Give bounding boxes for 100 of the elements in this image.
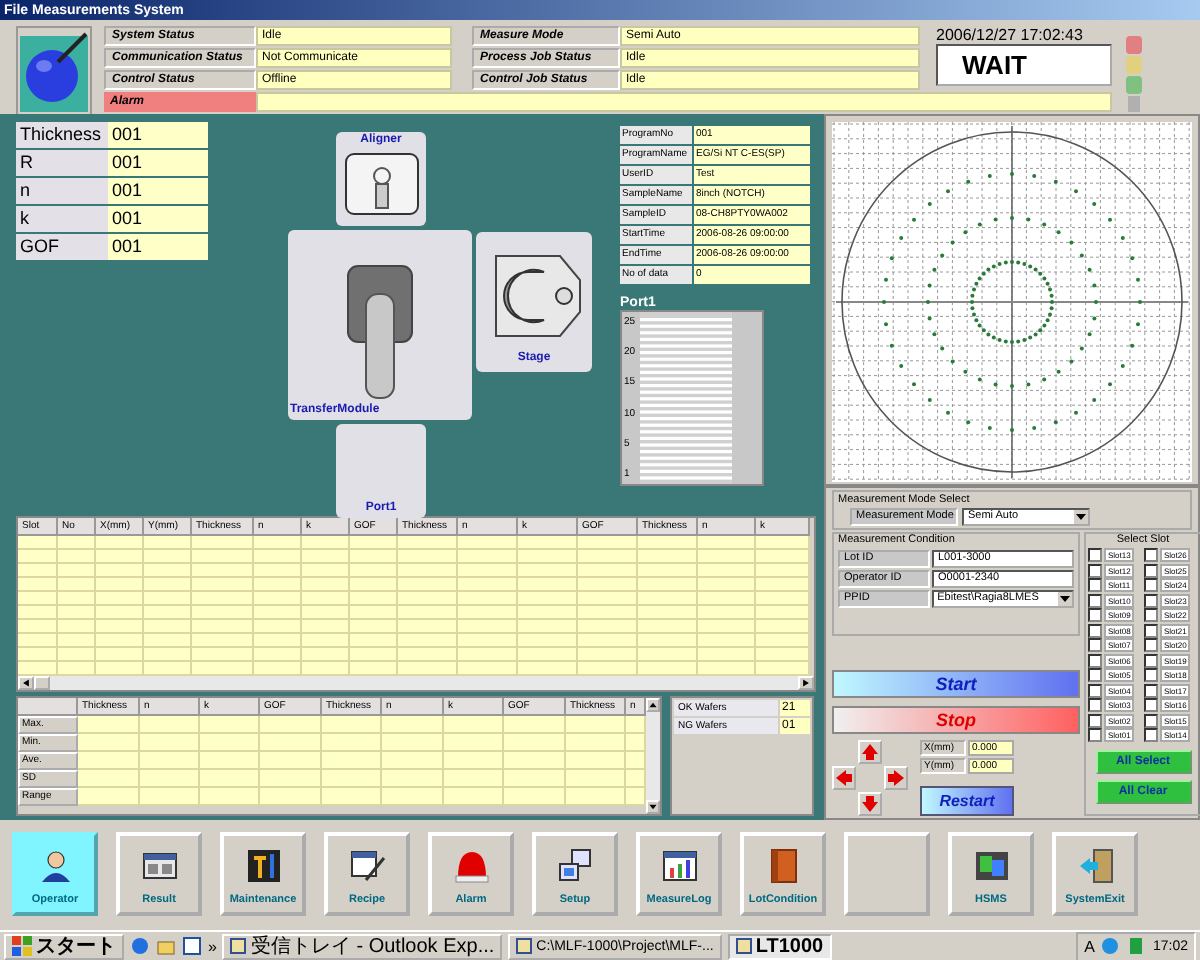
table-cell (322, 752, 382, 770)
vertical-scrollbar[interactable] (646, 698, 660, 814)
checkbox[interactable] (1144, 563, 1158, 578)
checkbox[interactable] (1144, 713, 1158, 728)
checkbox[interactable] (1088, 578, 1102, 593)
result-label: R (16, 150, 108, 176)
right-arrow-icon (886, 768, 906, 788)
person-icon (37, 848, 73, 884)
checkbox[interactable] (1144, 653, 1158, 668)
restart-button[interactable]: Restart (920, 786, 1014, 816)
table-cell (382, 734, 444, 752)
window-icon (141, 848, 177, 884)
checkbox[interactable] (1088, 653, 1102, 668)
start-button[interactable]: Start (832, 670, 1080, 698)
corner-cell (18, 698, 78, 716)
table-cell (322, 770, 382, 788)
table-cell (140, 770, 200, 788)
table-cell (382, 770, 444, 788)
checkbox[interactable] (1144, 698, 1158, 713)
result-value: 001 (108, 234, 208, 260)
exit-door-icon (1077, 848, 1113, 884)
globe-icon (1100, 936, 1121, 956)
table-cell (78, 770, 140, 788)
move-left-button[interactable] (832, 766, 856, 790)
window-icon (735, 938, 752, 954)
robot-arm-icon (344, 262, 416, 402)
table-cell (140, 752, 200, 770)
table-cell (566, 716, 626, 734)
checkbox[interactable] (1088, 548, 1102, 563)
result-label: Thickness (16, 122, 108, 148)
windows-flag-icon (12, 936, 32, 956)
checkbox[interactable] (1088, 593, 1102, 608)
table-cell (322, 788, 382, 806)
taskbar-task[interactable]: LT1000 (727, 933, 832, 959)
browser-icon (130, 936, 150, 956)
table-cell (78, 752, 140, 770)
tools-icon (245, 848, 281, 884)
table-cell (444, 788, 504, 806)
result-label: n (16, 178, 108, 204)
checkbox[interactable] (1088, 683, 1102, 698)
table-cell (78, 716, 140, 734)
table-cell (260, 734, 322, 752)
up-arrow-icon (860, 742, 880, 762)
result-label: k (16, 206, 108, 232)
checkbox[interactable] (1144, 593, 1158, 608)
table-cell (504, 770, 566, 788)
scroll-thumb[interactable] (34, 676, 50, 690)
checkbox[interactable] (1088, 638, 1102, 653)
checkbox[interactable] (1088, 713, 1102, 728)
table-cell (140, 788, 200, 806)
checkbox[interactable] (1088, 563, 1102, 578)
checkbox[interactable] (1088, 623, 1102, 638)
result-value: 001 (108, 206, 208, 232)
table-cell (78, 734, 140, 752)
checkbox[interactable] (1088, 608, 1102, 623)
checkbox[interactable] (1144, 728, 1158, 743)
down-arrow-icon (860, 794, 880, 814)
table-cell (626, 716, 646, 734)
checkbox[interactable] (1144, 578, 1158, 593)
ime-indicator[interactable]: A (1084, 937, 1095, 955)
checkbox[interactable] (1144, 668, 1158, 683)
stop-button[interactable]: Stop (832, 706, 1080, 734)
table-cell (626, 752, 646, 770)
table-cell (78, 788, 140, 806)
move-up-button[interactable] (858, 740, 882, 764)
result-value: 001 (108, 178, 208, 204)
table-cell (566, 788, 626, 806)
table-cell (444, 770, 504, 788)
date-time: 2006/12/27 17:02:43 (936, 26, 1085, 44)
table-cell (200, 770, 260, 788)
checkbox[interactable] (1144, 608, 1158, 623)
table-cell (322, 734, 382, 752)
table-cell (566, 734, 626, 752)
table-cell (260, 716, 322, 734)
move-down-button[interactable] (858, 792, 882, 816)
checkbox[interactable] (1088, 698, 1102, 713)
checkbox[interactable] (1088, 728, 1102, 743)
table-cell (566, 770, 626, 788)
aligner-icon (341, 148, 421, 220)
computers-icon (557, 848, 593, 884)
book-icon (765, 848, 801, 884)
shield-icon (1126, 936, 1147, 956)
move-right-button[interactable] (884, 766, 908, 790)
checkbox[interactable] (1088, 668, 1102, 683)
table-cell (382, 716, 444, 734)
table-cell (260, 770, 322, 788)
table-cell (322, 716, 382, 734)
checkbox[interactable] (1144, 638, 1158, 653)
horizontal-scrollbar[interactable] (18, 676, 814, 690)
table-cell (566, 752, 626, 770)
notepad-pen-icon (349, 848, 385, 884)
checkbox[interactable] (1144, 623, 1158, 638)
checkbox[interactable] (1144, 548, 1158, 563)
checkbox[interactable] (1144, 683, 1158, 698)
overflow-chevron[interactable]: » (208, 937, 217, 955)
signal-tower-icon (1124, 34, 1144, 114)
taskbar-task[interactable]: 受信トレイ - Outlook Exp... (222, 933, 503, 959)
start-button[interactable]: スタート (4, 933, 124, 959)
table-cell (382, 752, 444, 770)
dropdown-caret-icon (1058, 592, 1072, 606)
